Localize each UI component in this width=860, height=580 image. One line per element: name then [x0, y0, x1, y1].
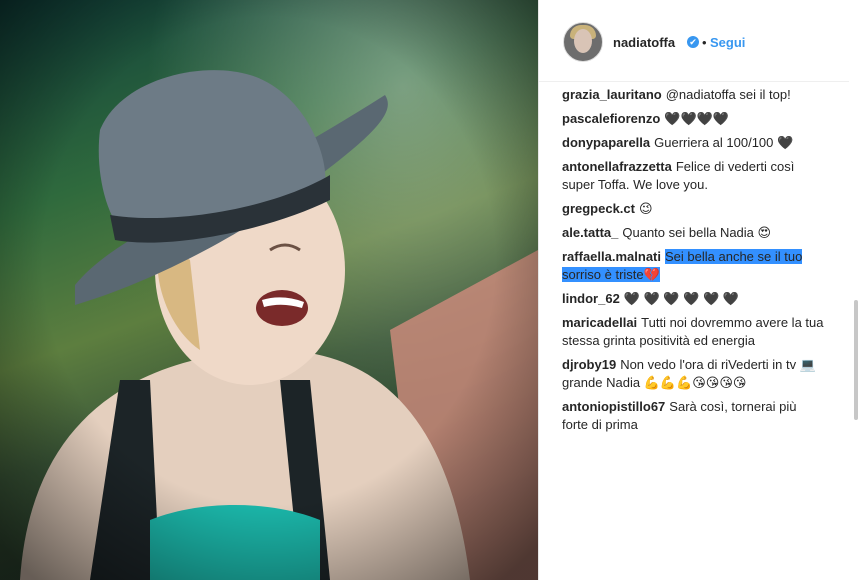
comment-username[interactable]: djroby19: [562, 357, 616, 372]
comment-item: gregpeck.ct 😉: [562, 200, 824, 218]
verified-badge-icon: ✔: [687, 36, 699, 48]
comment-username[interactable]: grazia_lauritano: [562, 87, 662, 102]
comment-item: djroby19 Non vedo l'ora di riVederti in t…: [562, 356, 824, 392]
comment-username[interactable]: antoniopistillo67: [562, 399, 665, 414]
comment-username[interactable]: lindor_62: [562, 291, 620, 306]
comment-list: grazia_lauritano @nadiatoffa sei il top! …: [562, 86, 824, 440]
comment-item: maricadellai Tutti noi dovremmo avere la …: [562, 314, 824, 350]
avatar[interactable]: [563, 22, 603, 62]
username[interactable]: nadiatoffa: [613, 35, 675, 50]
comment-username[interactable]: maricadellai: [562, 315, 637, 330]
separator-dot: •: [702, 35, 707, 50]
comment-item: grazia_lauritano @nadiatoffa sei il top!: [562, 86, 824, 104]
comment-item: antoniopistillo67 Sarà così, tornerai più…: [562, 398, 824, 434]
comments-panel: nadiatoffa ✔ • Segui grazia_lauritano @na…: [539, 0, 860, 580]
comment-item: pascalefiorenzo 🖤🖤🖤🖤: [562, 110, 824, 128]
vignette: [0, 0, 538, 580]
comment-item: antonellafrazzetta Felice di vederti così…: [562, 158, 824, 194]
comment-text: @nadiatoffa sei il top!: [665, 87, 791, 102]
comment-username[interactable]: gregpeck.ct: [562, 201, 635, 216]
comment-username[interactable]: raffaella.malnati: [562, 249, 661, 264]
comment-username[interactable]: antonellafrazzetta: [562, 159, 672, 174]
comment-username[interactable]: pascalefiorenzo: [562, 111, 660, 126]
avatar-face: [574, 29, 592, 53]
post-photo: [0, 0, 538, 580]
comment-item: raffaella.malnati Sei bella anche se il t…: [562, 248, 824, 284]
comment-username[interactable]: ale.tatta_: [562, 225, 618, 240]
comments-scrollbar[interactable]: [854, 300, 858, 420]
post-header: nadiatoffa ✔ • Segui: [539, 0, 849, 82]
photo-illustration: [0, 0, 538, 580]
comment-username[interactable]: donypaparella: [562, 135, 650, 150]
comment-item: lindor_62 🖤 🖤 🖤 🖤 🖤 🖤: [562, 290, 824, 308]
comment-text: Quanto sei bella Nadia 😍: [622, 225, 772, 240]
comment-text: 🖤🖤🖤🖤: [664, 111, 730, 126]
follow-button[interactable]: Segui: [710, 35, 745, 50]
comment-text: Guerriera al 100/100 🖤: [654, 135, 794, 150]
comment-text: 😉: [638, 201, 653, 216]
comment-text: 🖤 🖤 🖤 🖤 🖤 🖤: [623, 291, 739, 306]
comment-item: donypaparella Guerriera al 100/100 🖤: [562, 134, 824, 152]
comment-item: ale.tatta_ Quanto sei bella Nadia 😍: [562, 224, 824, 242]
